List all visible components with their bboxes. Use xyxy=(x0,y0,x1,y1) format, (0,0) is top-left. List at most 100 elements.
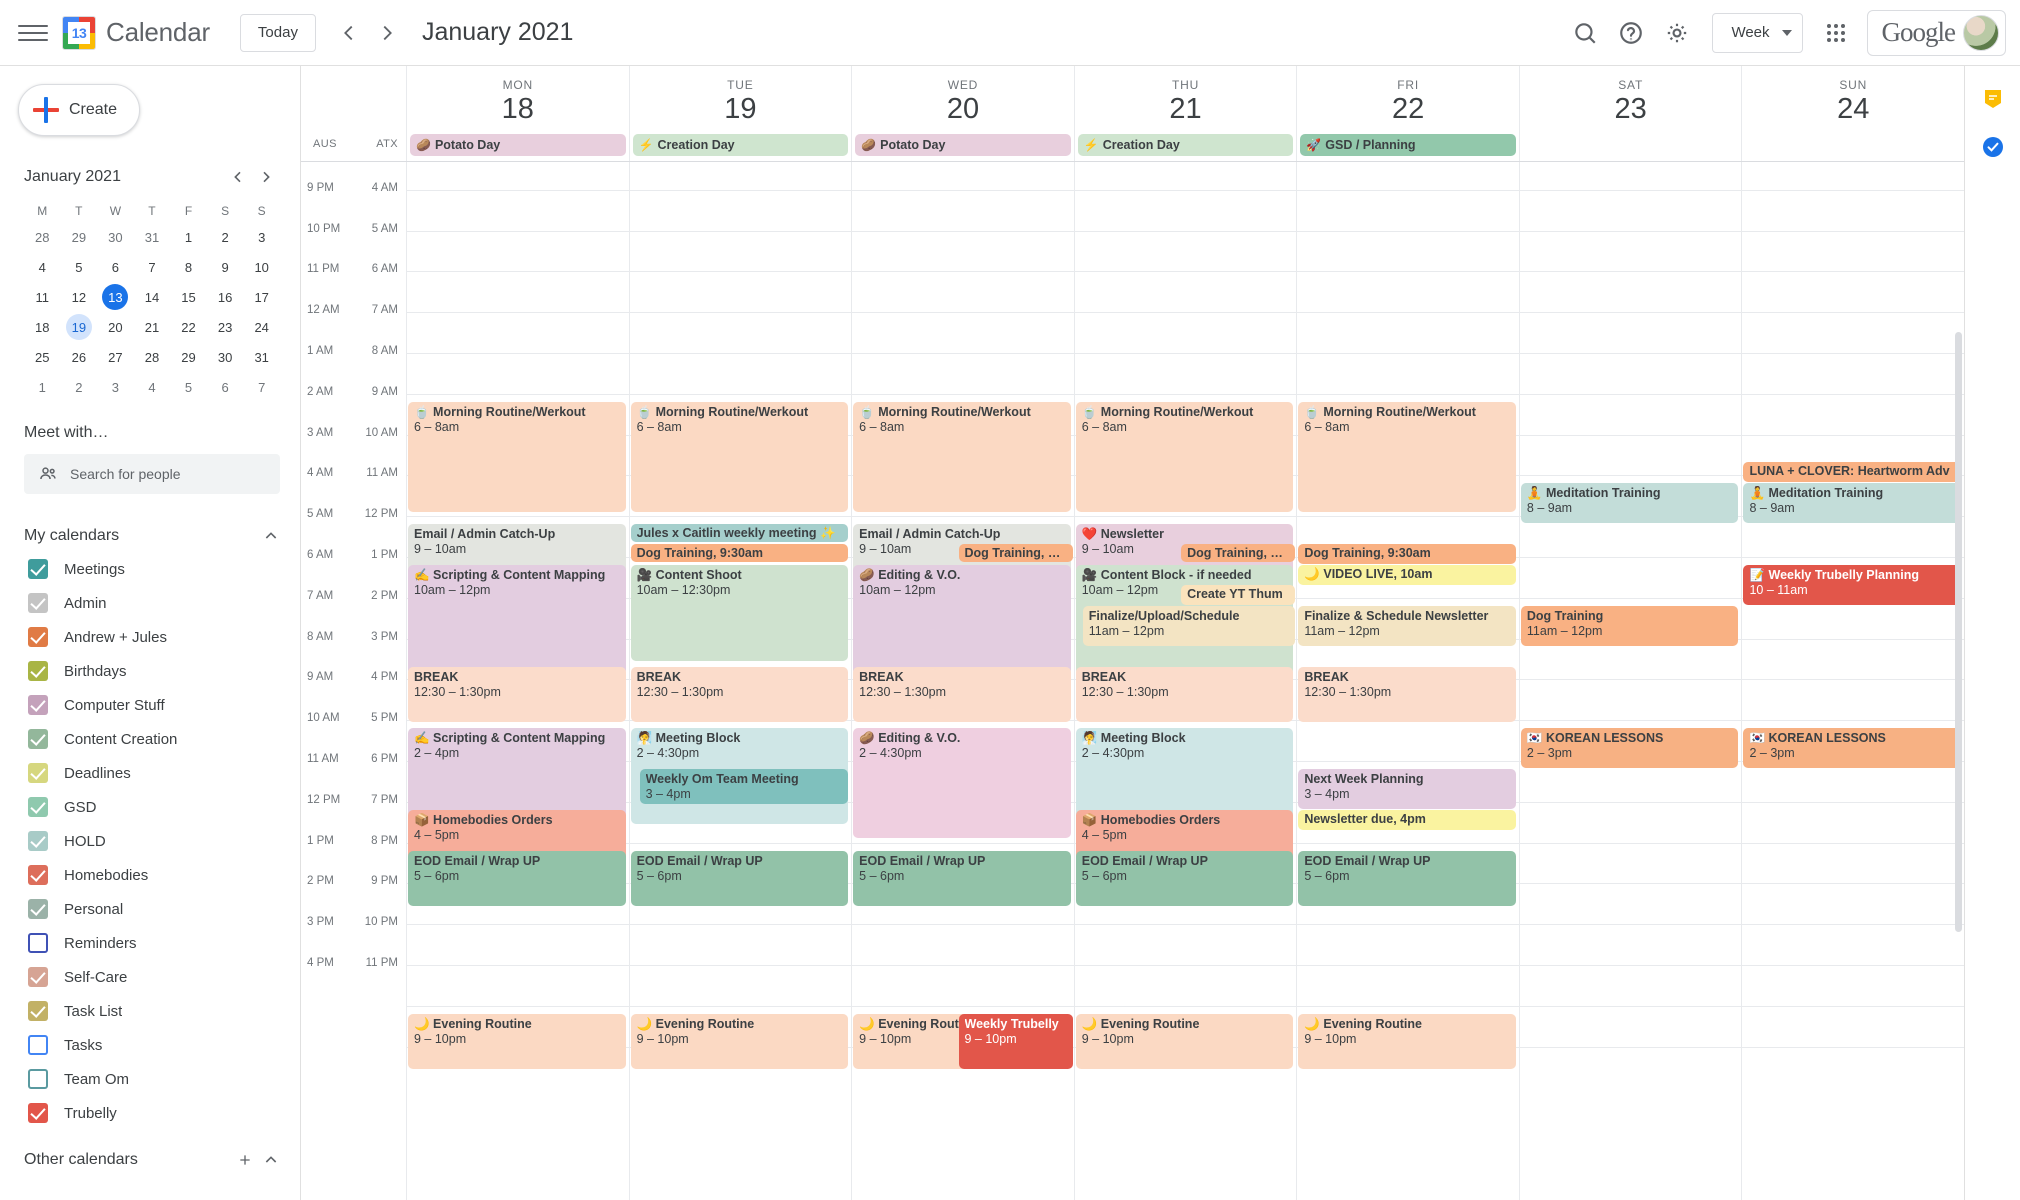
calendar-event[interactable]: 🇰🇷 KOREAN LESSONS 2 – 3pm xyxy=(1520,727,1739,768)
all-day-event[interactable]: ⚡ Creation Day xyxy=(632,133,849,156)
calendar-event[interactable]: EOD Email / Wrap UP 5 – 6pm xyxy=(408,850,626,906)
calendar-event[interactable]: 🌙 Evening Routine 9 – 10pm xyxy=(1298,1013,1516,1069)
mini-cal-day[interactable]: 2 xyxy=(61,372,98,402)
hamburger-icon[interactable] xyxy=(18,18,48,48)
calendar-list-item-meetings[interactable]: Meetings xyxy=(24,552,284,586)
calendar-list-item-team-om[interactable]: Team Om xyxy=(24,1062,284,1096)
previous-period-button[interactable] xyxy=(330,14,368,52)
calendar-event[interactable]: 🍵 Morning Routine/Werkout 6 – 8am xyxy=(1298,401,1516,512)
mini-cal-day[interactable]: 2 xyxy=(207,222,244,252)
mini-cal-day[interactable]: 21 xyxy=(134,312,171,342)
calendar-event[interactable]: BREAK 12:30 – 1:30pm xyxy=(1298,666,1516,722)
mini-cal-day[interactable]: 4 xyxy=(24,252,61,282)
calendar-checkbox[interactable] xyxy=(28,831,48,851)
calendar-checkbox[interactable] xyxy=(28,729,48,749)
mini-cal-day[interactable]: 3 xyxy=(97,372,134,402)
mini-cal-day[interactable]: 30 xyxy=(97,222,134,252)
calendar-event[interactable]: EOD Email / Wrap UP 5 – 6pm xyxy=(630,850,849,906)
calendar-list-item-admin[interactable]: Admin xyxy=(24,586,284,620)
mini-calendar-prev-button[interactable] xyxy=(224,163,252,191)
calendar-event[interactable]: 📝 Weekly Trubelly Planning 10 – 11am xyxy=(1743,564,1962,605)
mini-cal-day[interactable]: 3 xyxy=(243,222,280,252)
calendar-event[interactable]: 🥔 Editing & V.O. 10am – 12pm xyxy=(853,564,1071,675)
calendar-checkbox[interactable] xyxy=(28,865,48,885)
day-header-date[interactable]: 22 xyxy=(1297,93,1519,132)
mini-cal-day[interactable]: 5 xyxy=(61,252,98,282)
day-header-date[interactable]: 24 xyxy=(1742,93,1964,132)
calendar-checkbox[interactable] xyxy=(28,797,48,817)
calendar-event[interactable]: BREAK 12:30 – 1:30pm xyxy=(853,666,1071,722)
day-header-date[interactable]: 21 xyxy=(1075,93,1297,132)
all-day-cell[interactable]: 🥔 Potato Day xyxy=(406,131,629,161)
mini-cal-day[interactable]: 29 xyxy=(61,222,98,252)
all-day-cell[interactable] xyxy=(1518,131,1742,161)
mini-cal-day[interactable]: 6 xyxy=(207,372,244,402)
help-icon[interactable] xyxy=(1608,10,1654,56)
mini-cal-day[interactable]: 31 xyxy=(243,342,280,372)
mini-cal-day[interactable]: 20 xyxy=(97,312,134,342)
all-day-cell[interactable] xyxy=(1741,131,1964,161)
calendar-event[interactable]: Dog Training, 9:30am xyxy=(1181,543,1296,562)
calendar-event[interactable]: Next Week Planning 3 – 4pm xyxy=(1298,768,1516,809)
calendar-checkbox[interactable] xyxy=(28,967,48,987)
mini-cal-day[interactable]: 18 xyxy=(24,312,61,342)
mini-cal-day[interactable]: 11 xyxy=(24,282,61,312)
calendar-checkbox[interactable] xyxy=(28,933,48,953)
calendar-event[interactable]: LUNA + CLOVER: Heartworm Adv xyxy=(1743,461,1962,482)
all-day-event[interactable]: ⚡ Creation Day xyxy=(1077,133,1294,156)
calendar-event[interactable]: Finalize/Upload/Schedule 11am – 12pm xyxy=(1082,605,1296,646)
calendar-event[interactable]: Weekly Trubelly 9 – 10pm xyxy=(958,1013,1073,1069)
day-column-tue[interactable]: 🍵 Morning Routine/Werkout 6 – 8am Jules x … xyxy=(628,161,852,1200)
day-column-mon[interactable]: 🍵 Morning Routine/Werkout 6 – 8am Email / … xyxy=(406,161,629,1200)
apps-grid-icon[interactable] xyxy=(1813,10,1859,56)
calendar-checkbox[interactable] xyxy=(28,1035,48,1055)
mini-cal-day[interactable]: 28 xyxy=(24,222,61,252)
calendar-list-item-personal[interactable]: Personal xyxy=(24,892,284,926)
view-mode-select[interactable]: Week xyxy=(1712,12,1803,53)
day-header-date[interactable]: 20 xyxy=(852,93,1074,132)
keep-icon[interactable] xyxy=(1976,82,2010,116)
calendar-event[interactable]: EOD Email / Wrap UP 5 – 6pm xyxy=(853,850,1071,906)
mini-cal-day[interactable]: 27 xyxy=(97,342,134,372)
calendar-event[interactable]: BREAK 12:30 – 1:30pm xyxy=(1075,666,1294,722)
mini-cal-day[interactable]: 7 xyxy=(243,372,280,402)
calendar-list-item-andrew-jules[interactable]: Andrew + Jules xyxy=(24,620,284,654)
calendar-event[interactable]: ✍️ Scripting & Content Mapping 10am – 12p… xyxy=(408,564,626,675)
day-header-tue[interactable]: TUE 19 xyxy=(628,66,852,132)
mini-cal-day[interactable]: 29 xyxy=(170,342,207,372)
calendar-event[interactable]: 🍵 Morning Routine/Werkout 6 – 8am xyxy=(853,401,1071,512)
day-header-date[interactable]: 19 xyxy=(630,93,852,132)
calendar-event[interactable]: 🍵 Morning Routine/Werkout 6 – 8am xyxy=(1075,401,1294,512)
day-column-wed[interactable]: 🍵 Morning Routine/Werkout 6 – 8am Email / … xyxy=(851,161,1074,1200)
calendar-event[interactable]: 🍵 Morning Routine/Werkout 6 – 8am xyxy=(630,401,849,512)
calendar-list-item-birthdays[interactable]: Birthdays xyxy=(24,654,284,688)
calendar-list-item-task-list[interactable]: Task List xyxy=(24,994,284,1028)
tasks-icon[interactable] xyxy=(1976,130,2010,164)
avatar[interactable] xyxy=(1963,14,1999,51)
calendar-event[interactable]: 🥔 Editing & V.O. 2 – 4:30pm xyxy=(853,727,1071,838)
calendar-event[interactable]: Newsletter due, 4pm xyxy=(1298,809,1516,830)
all-day-cell[interactable]: 🚀 GSD / Planning xyxy=(1296,131,1519,161)
app-logo[interactable]: 13 Calendar xyxy=(62,15,210,50)
calendar-checkbox[interactable] xyxy=(28,593,48,613)
calendar-event[interactable]: Weekly Om Team Meeting 3 – 4pm xyxy=(639,768,849,804)
mini-cal-day[interactable]: 15 xyxy=(170,282,207,312)
mini-cal-day[interactable]: 8 xyxy=(170,252,207,282)
calendar-list-item-trubelly[interactable]: Trubelly xyxy=(24,1096,284,1130)
search-icon[interactable] xyxy=(1562,10,1608,56)
day-column-fri[interactable]: 🍵 Morning Routine/Werkout 6 – 8am Dog Trai… xyxy=(1296,161,1519,1200)
vertical-scrollbar[interactable] xyxy=(1953,162,1963,1200)
calendar-event[interactable]: Dog Training, 9:30am xyxy=(958,543,1073,562)
calendar-checkbox[interactable] xyxy=(28,763,48,783)
day-header-thu[interactable]: THU 21 xyxy=(1073,66,1297,132)
calendar-list-item-computer-stuff[interactable]: Computer Stuff xyxy=(24,688,284,722)
calendar-list-item-deadlines[interactable]: Deadlines xyxy=(24,756,284,790)
calendar-checkbox[interactable] xyxy=(28,695,48,715)
calendar-list-item-content-creation[interactable]: Content Creation xyxy=(24,722,284,756)
add-other-calendar-plus-icon[interactable] xyxy=(232,1147,258,1173)
calendar-event[interactable]: 🧘 Meditation Training 8 – 9am xyxy=(1743,482,1962,523)
mini-cal-day[interactable]: 6 xyxy=(97,252,134,282)
day-header-sun[interactable]: SUN 24 xyxy=(1741,66,1964,132)
mini-cal-day[interactable]: 22 xyxy=(170,312,207,342)
mini-calendar-next-button[interactable] xyxy=(252,163,280,191)
